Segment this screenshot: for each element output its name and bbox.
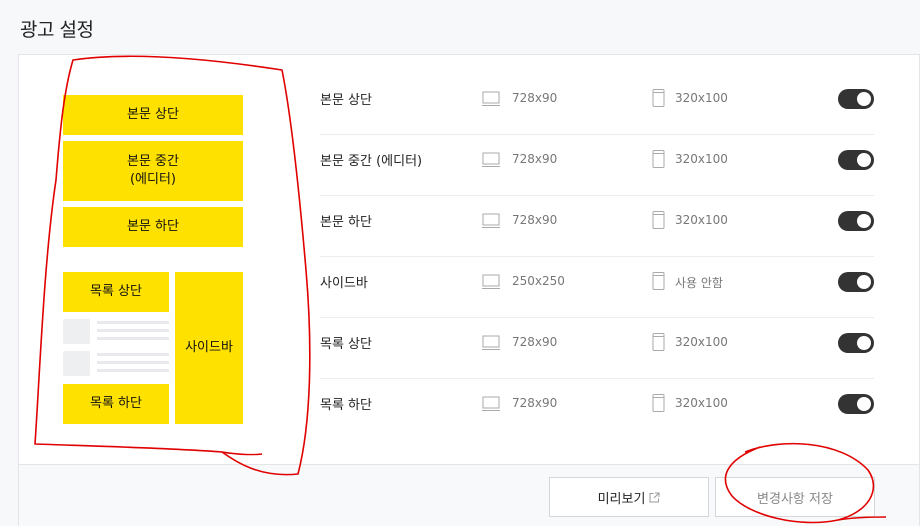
slot-pc-size: 728x90 [512, 335, 558, 349]
preview-list-line [97, 353, 169, 356]
slot-mobile-size: 320x100 [675, 396, 728, 410]
mobile-icon [652, 150, 665, 168]
ad-slot-row: 본문 상단 728x90 320x100 [320, 74, 874, 135]
preview-body-middle-line2: (에디터) [129, 172, 177, 187]
ad-settings-card: 본문 상단 본문 중간 (에디터) 본문 하단 목록 상단 목록 하단 사이드바… [18, 54, 920, 526]
slot-mobile-size: 320x100 [675, 335, 728, 349]
slot-toggle[interactable] [838, 272, 874, 292]
desktop-icon [482, 274, 500, 289]
slot-pc-size: 250x250 [512, 274, 565, 288]
slot-mobile-size: 320x100 [675, 91, 728, 105]
toggle-knob [857, 397, 871, 411]
ad-slot-row: 목록 상단 728x90 320x100 [320, 318, 874, 379]
desktop-icon [482, 335, 500, 350]
preview-body-bottom: 본문 하단 [63, 207, 243, 247]
mobile-icon [652, 211, 665, 229]
ad-slot-row: 사이드바 250x250 사용 안함 [320, 257, 874, 318]
slot-pc-size: 728x90 [512, 396, 558, 410]
slot-mobile-size: 사용 안함 [675, 276, 723, 290]
slot-name: 본문 상단 [320, 93, 372, 108]
preview-body-top: 본문 상단 [63, 95, 243, 135]
toggle-knob [857, 275, 871, 289]
mobile-icon [652, 333, 665, 351]
slot-name: 목록 상단 [320, 337, 372, 352]
slot-mobile-size: 320x100 [675, 213, 728, 227]
preview-body-middle-line1: 본문 중간 [127, 154, 179, 169]
preview-list-line [97, 329, 169, 332]
ad-slot-row: 본문 중간 (에디터) 728x90 320x100 [320, 135, 874, 196]
slot-pc-size: 728x90 [512, 213, 558, 227]
slot-mobile-size: 320x100 [675, 152, 728, 166]
mobile-icon [652, 272, 665, 290]
mobile-icon [652, 89, 665, 107]
slot-name: 본문 중간 (에디터) [320, 154, 423, 169]
preview-list-thumb [63, 319, 90, 344]
slot-name: 사이드바 [320, 276, 368, 291]
toggle-knob [857, 92, 871, 106]
preview-list-line [97, 321, 169, 324]
toggle-knob [857, 214, 871, 228]
slot-toggle[interactable] [838, 89, 874, 109]
preview-body-middle: 본문 중간 (에디터) [63, 141, 243, 201]
slot-toggle[interactable] [838, 150, 874, 170]
external-link-icon [649, 492, 660, 502]
mobile-icon [652, 394, 665, 412]
preview-list-top: 목록 상단 [63, 272, 169, 312]
preview-list-line [97, 369, 169, 372]
desktop-icon [482, 91, 500, 106]
preview-sidebar: 사이드바 [175, 272, 243, 424]
slot-toggle[interactable] [838, 394, 874, 414]
ad-slot-row: 본문 하단 728x90 320x100 [320, 196, 874, 257]
card-footer: 미리보기 변경사항 저장 [19, 464, 919, 526]
ad-slot-row: 목록 하단 728x90 320x100 [320, 379, 874, 440]
preview-button[interactable]: 미리보기 [549, 477, 709, 517]
slot-pc-size: 728x90 [512, 152, 558, 166]
desktop-icon [482, 213, 500, 228]
slot-pc-size: 728x90 [512, 91, 558, 105]
preview-list-thumb [63, 351, 90, 376]
preview-list-line [97, 361, 169, 364]
preview-button-label: 미리보기 [597, 491, 646, 507]
slot-name: 목록 하단 [320, 398, 372, 413]
toggle-knob [857, 153, 871, 167]
preview-list-bottom: 목록 하단 [63, 384, 169, 424]
slot-toggle[interactable] [838, 333, 874, 353]
preview-list-line [97, 337, 169, 340]
desktop-icon [482, 152, 500, 167]
page-title: 광고 설정 [20, 19, 94, 41]
slot-name: 본문 하단 [320, 215, 372, 230]
save-changes-button[interactable]: 변경사항 저장 [715, 477, 875, 517]
toggle-knob [857, 336, 871, 350]
slot-toggle[interactable] [838, 211, 874, 231]
desktop-icon [482, 396, 500, 411]
